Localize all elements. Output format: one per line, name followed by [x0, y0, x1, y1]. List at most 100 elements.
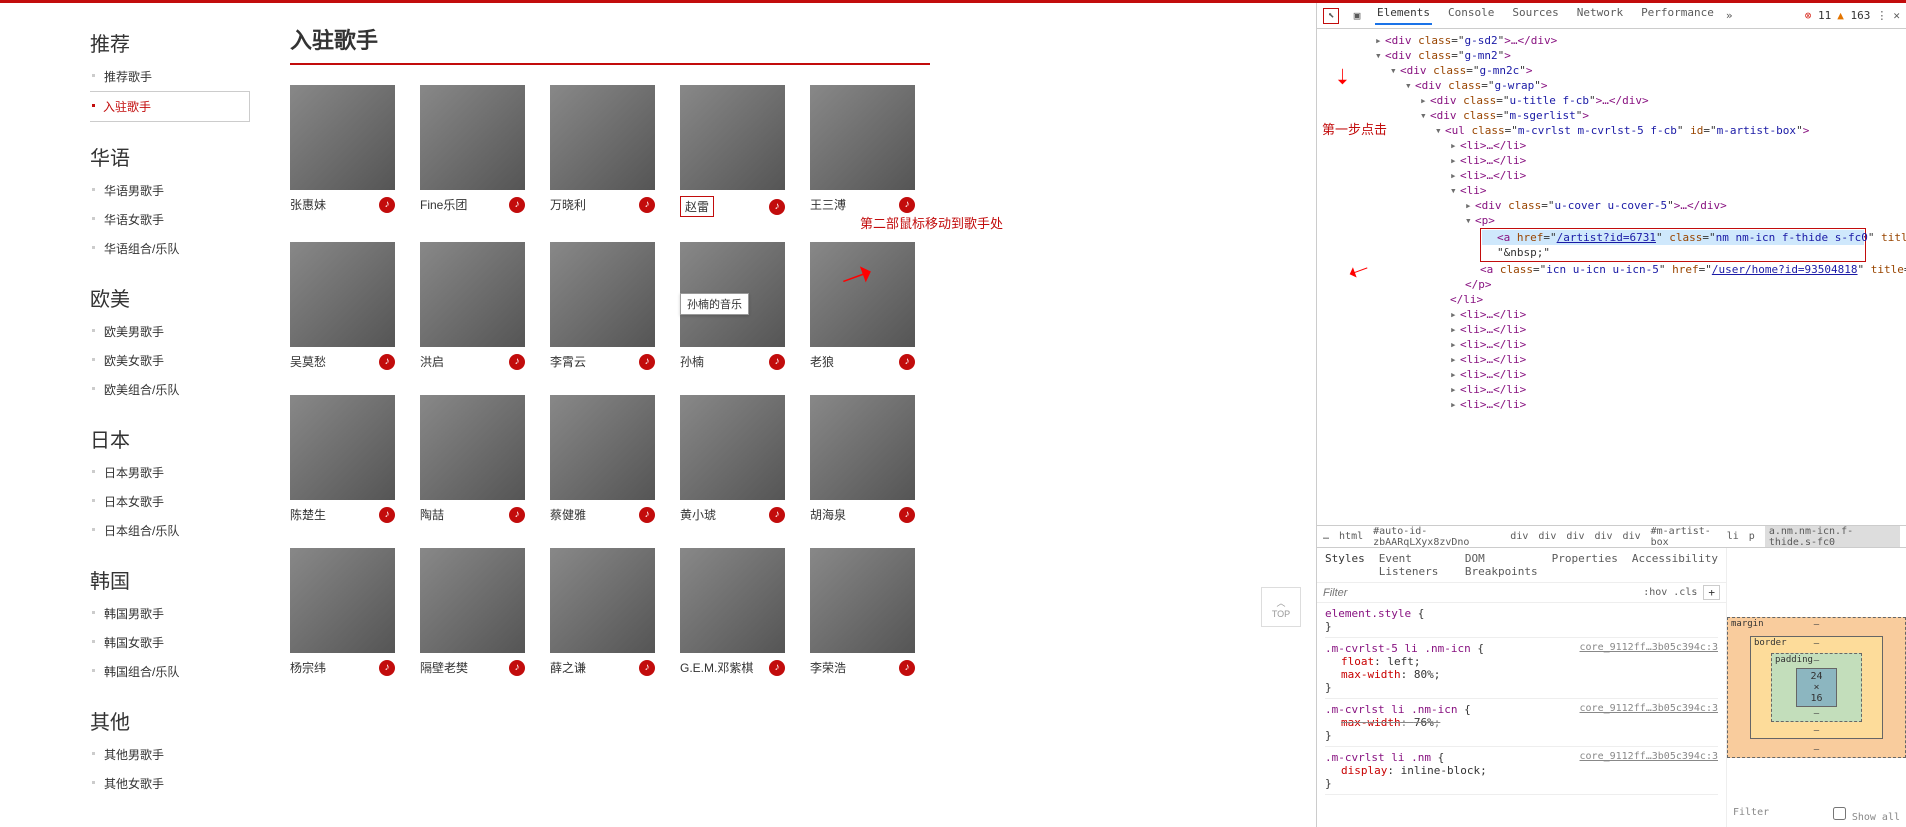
sidebar-item[interactable]: 欧美女歌手	[90, 346, 250, 375]
artist-name-link[interactable]: 吴莫愁	[290, 353, 326, 370]
artist-cover[interactable]	[550, 242, 655, 347]
artist-cover[interactable]	[810, 548, 915, 653]
styles-subtab[interactable]: Properties	[1552, 552, 1618, 578]
artist-home-icon[interactable]: ♪	[509, 197, 525, 213]
rule-source-link[interactable]: core_9112ff…3b05c394c:3	[1580, 703, 1718, 716]
sidebar-item[interactable]: 华语组合/乐队	[90, 234, 250, 263]
devtools-tab[interactable]: Console	[1446, 6, 1496, 25]
artist-name-link[interactable]: 陈楚生	[290, 506, 326, 523]
artist-name-link[interactable]: 万晓利	[550, 196, 586, 213]
show-all-checkbox[interactable]	[1833, 807, 1846, 820]
sidebar-item[interactable]: 华语男歌手	[90, 176, 250, 205]
sidebar-item[interactable]: 其他女歌手	[90, 769, 250, 798]
sidebar-item[interactable]: 其他男歌手	[90, 740, 250, 769]
artist-name-link[interactable]: 张惠妹	[290, 196, 326, 213]
artist-cover[interactable]	[550, 85, 655, 190]
devtools-tab[interactable]: Elements	[1375, 6, 1432, 25]
sidebar-item[interactable]: 欧美组合/乐队	[90, 375, 250, 404]
artist-home-icon[interactable]: ♪	[899, 507, 915, 523]
artist-cover[interactable]	[420, 395, 525, 500]
styles-filter-input[interactable]	[1323, 587, 1637, 599]
artist-name-link[interactable]: 杨宗纬	[290, 659, 326, 676]
dom-breadcrumb[interactable]: …html#auto-id-zbAARqLXyx8zvDnodivdivdivd…	[1317, 525, 1906, 547]
artist-home-icon[interactable]: ♪	[769, 354, 785, 370]
breadcrumb-item[interactable]: a.nm.nm-icn.f-thide.s-fc0	[1765, 525, 1900, 547]
artist-cover[interactable]	[290, 395, 395, 500]
styles-subtab[interactable]: DOM Breakpoints	[1465, 552, 1538, 578]
cls-toggle[interactable]: .cls	[1673, 587, 1697, 598]
artist-cover[interactable]	[420, 85, 525, 190]
artist-name-link[interactable]: 王三溥	[810, 196, 846, 213]
artist-cover[interactable]	[680, 395, 785, 500]
css-declaration[interactable]: display: inline-block;	[1325, 764, 1718, 777]
inspect-element-icon[interactable]: ⬉	[1323, 8, 1339, 24]
rule-source-link[interactable]: core_9112ff…3b05c394c:3	[1580, 751, 1718, 764]
artist-home-icon[interactable]: ♪	[769, 660, 785, 676]
artist-name-link[interactable]: 赵雷	[680, 196, 714, 217]
styles-subtab[interactable]: Styles	[1325, 552, 1365, 578]
artist-cover[interactable]	[290, 242, 395, 347]
css-declaration[interactable]: float: left;	[1325, 655, 1718, 668]
device-toolbar-icon[interactable]: ▣	[1349, 8, 1365, 24]
artist-home-icon[interactable]: ♪	[509, 660, 525, 676]
artist-cover[interactable]	[290, 85, 395, 190]
breadcrumb-item[interactable]: div	[1623, 531, 1641, 542]
artist-home-icon[interactable]: ♪	[899, 354, 915, 370]
hov-toggle[interactable]: :hov	[1643, 587, 1667, 598]
artist-home-icon[interactable]: ♪	[379, 660, 395, 676]
artist-home-icon[interactable]: ♪	[769, 199, 785, 215]
artist-name-link[interactable]: 李霄云	[550, 353, 586, 370]
sidebar-item[interactable]: 日本组合/乐队	[90, 516, 250, 545]
css-declaration[interactable]: max-width: 80%;	[1325, 668, 1718, 681]
artist-home-icon[interactable]: ♪	[379, 197, 395, 213]
artist-home-icon[interactable]: ♪	[899, 197, 915, 213]
artist-name-link[interactable]: 薛之谦	[550, 659, 586, 676]
breadcrumb-item[interactable]: li	[1727, 531, 1739, 542]
sidebar-item[interactable]: 韩国男歌手	[90, 599, 250, 628]
breadcrumb-item[interactable]: …	[1323, 531, 1329, 542]
more-tabs-icon[interactable]: »	[1726, 9, 1733, 22]
artist-cover[interactable]	[810, 85, 915, 190]
breadcrumb-item[interactable]: div	[1566, 531, 1584, 542]
artist-home-icon[interactable]: ♪	[769, 507, 785, 523]
artist-name-link[interactable]: 黄小琥	[680, 506, 716, 523]
sidebar-item[interactable]: 推荐歌手	[90, 62, 250, 91]
breadcrumb-item[interactable]: #auto-id-zbAARqLXyx8zvDno	[1373, 526, 1500, 548]
artist-home-icon[interactable]: ♪	[509, 354, 525, 370]
dom-tree[interactable]: ▸<div class="g-sd2">…</div> ▾<div class=…	[1317, 29, 1906, 525]
sidebar-item[interactable]: 日本男歌手	[90, 458, 250, 487]
artist-name-link[interactable]: 孙楠	[680, 353, 704, 370]
breadcrumb-item[interactable]: html	[1339, 531, 1363, 542]
error-count-badge[interactable]: ⊗ 11	[1805, 9, 1832, 22]
breadcrumb-item[interactable]: div	[1538, 531, 1556, 542]
sidebar-item[interactable]: 欧美男歌手	[90, 317, 250, 346]
devtools-tab[interactable]: Sources	[1510, 6, 1560, 25]
sidebar-item[interactable]: 韩国女歌手	[90, 628, 250, 657]
artist-home-icon[interactable]: ♪	[379, 507, 395, 523]
artist-cover[interactable]	[680, 548, 785, 653]
sidebar-item[interactable]: 韩国组合/乐队	[90, 657, 250, 686]
sidebar-item[interactable]: 日本女歌手	[90, 487, 250, 516]
artist-cover[interactable]	[420, 548, 525, 653]
devtools-close-icon[interactable]: ✕	[1893, 9, 1900, 22]
artist-cover[interactable]	[290, 548, 395, 653]
artist-home-icon[interactable]: ♪	[639, 197, 655, 213]
artist-name-link[interactable]: 洪启	[420, 353, 444, 370]
artist-name-link[interactable]: 李荣浩	[810, 659, 846, 676]
artist-cover[interactable]	[550, 395, 655, 500]
add-rule-button[interactable]: +	[1703, 585, 1720, 600]
back-to-top-button[interactable]: ︿ TOP	[1261, 587, 1301, 627]
devtools-tab[interactable]: Network	[1575, 6, 1625, 25]
artist-cover[interactable]	[420, 242, 525, 347]
artist-home-icon[interactable]: ♪	[509, 507, 525, 523]
artist-name-link[interactable]: 蔡健雅	[550, 506, 586, 523]
artist-cover[interactable]	[810, 395, 915, 500]
artist-cover[interactable]	[550, 548, 655, 653]
sidebar-item[interactable]: 入驻歌手	[90, 91, 250, 122]
selected-dom-node[interactable]: <a href="/artist?id=6731" class="nm nm-i…	[1482, 230, 1864, 245]
artist-home-icon[interactable]: ♪	[639, 354, 655, 370]
artist-name-link[interactable]: 老狼	[810, 353, 834, 370]
styles-subtab[interactable]: Accessibility	[1632, 552, 1718, 578]
devtools-menu-icon[interactable]: ⋮	[1876, 9, 1887, 22]
breadcrumb-item[interactable]: p	[1749, 531, 1755, 542]
